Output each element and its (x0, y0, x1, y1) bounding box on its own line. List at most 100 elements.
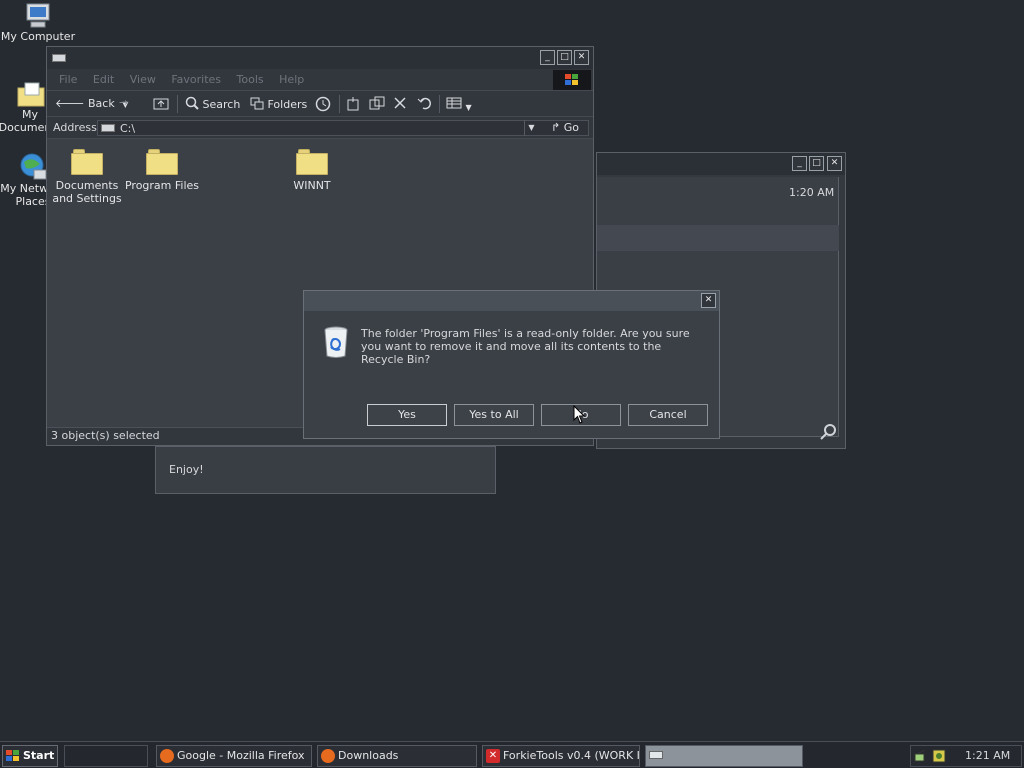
folder-icon (296, 147, 328, 175)
enjoy-text: Enjoy! (169, 463, 204, 476)
address-input[interactable]: C:\ ▼ (97, 120, 589, 136)
address-bar: Address C:\ ▼ ↱ Go (47, 117, 593, 139)
search-icon[interactable] (819, 423, 837, 441)
minimize-button[interactable]: _ (540, 50, 555, 65)
network-tray-icon[interactable] (914, 749, 928, 763)
confirm-delete-dialog[interactable]: ✕ The folder 'Program Files' is a read-o… (303, 290, 720, 439)
copy-to-icon (369, 96, 385, 110)
go-label: Go (563, 121, 579, 134)
desktop-icon-my-computer[interactable]: My Computer (0, 2, 78, 43)
address-value: C:\ (120, 122, 136, 135)
maximize-button[interactable]: □ (809, 156, 824, 171)
recycle-bin-icon (324, 326, 348, 358)
task-label: Downloads (338, 749, 399, 762)
move-to-icon (347, 97, 359, 111)
drive-icon (649, 751, 663, 759)
yes-button[interactable]: Yes (367, 404, 447, 426)
windows-logo (553, 70, 591, 90)
folder-item[interactable]: WINNT (272, 147, 352, 192)
menu-help[interactable]: Help (279, 69, 304, 91)
task-label: ForkieTools v0.4 (WORK I... (503, 749, 640, 762)
close-button[interactable]: ✕ (701, 293, 716, 308)
windows-flag-icon (6, 750, 19, 761)
views-grid-icon (446, 97, 462, 109)
history-icon (315, 96, 331, 112)
folder-icon (146, 147, 178, 175)
close-button[interactable]: ✕ (574, 50, 589, 65)
search-button[interactable]: Search (185, 96, 240, 111)
drive-icon (101, 124, 115, 132)
task-firefox-google[interactable]: Google - Mozilla Firefox (156, 745, 312, 767)
menu-edit[interactable]: Edit (93, 69, 114, 91)
highlight-row (597, 225, 839, 251)
system-tray: 1:21 AM (910, 745, 1022, 767)
enjoy-panel: Enjoy! (155, 446, 496, 494)
toolbar: 🡐 Back ▼ → Search Folders ▼ (47, 91, 593, 117)
address-label: Address (53, 121, 97, 134)
folders-button[interactable]: Folders (250, 96, 307, 111)
yes-to-all-button[interactable]: Yes to All (454, 404, 534, 426)
mouse-pointer-icon (573, 405, 586, 424)
move-to-button[interactable] (345, 96, 361, 115)
title-bar[interactable]: _ □ ✕ (47, 47, 593, 69)
back-button[interactable]: 🡐 Back ▼ (55, 96, 128, 110)
back-arrow-icon: 🡐 (55, 97, 85, 110)
undo-icon (417, 97, 432, 110)
forward-button[interactable]: → (119, 96, 128, 109)
drive-icon (52, 54, 66, 62)
clock[interactable]: 1:21 AM (965, 749, 1010, 762)
views-button[interactable]: ▼ (446, 96, 472, 113)
computer-icon (26, 3, 50, 28)
up-folder-icon (153, 98, 169, 110)
forward-arrow-icon: → (119, 96, 129, 109)
minimize-button[interactable]: _ (792, 156, 807, 171)
taskbar: Start Google - Mozilla Firefox Downloads… (0, 741, 1024, 768)
volume-tray-icon[interactable] (932, 749, 946, 763)
desktop-icon-label: My Computer (0, 30, 76, 43)
go-arrow-icon: ↱ (551, 121, 561, 134)
delete-icon (394, 97, 406, 109)
time-label: 1:20 AM (789, 186, 835, 199)
menu-favorites[interactable]: Favorites (171, 69, 221, 91)
go-button[interactable]: ↱ Go (551, 121, 579, 134)
task-forkietools[interactable]: ✕ ForkieTools v0.4 (WORK I... (482, 745, 640, 767)
firefox-icon (160, 749, 174, 763)
error-icon: ✕ (486, 749, 500, 763)
menu-tools[interactable]: Tools (237, 69, 264, 91)
dialog-message: The folder 'Program Files' is a read-onl… (361, 327, 690, 366)
close-button[interactable]: ✕ (827, 156, 842, 171)
quick-launch (64, 745, 148, 767)
task-label: Google - Mozilla Firefox (177, 749, 305, 762)
undo-button[interactable] (417, 96, 433, 113)
folders-label: Folders (267, 98, 308, 111)
back-label: Back (88, 97, 115, 110)
folders-icon (250, 97, 264, 110)
task-downloads[interactable]: Downloads (317, 745, 477, 767)
up-folder-button[interactable] (153, 96, 169, 113)
copy-to-button[interactable] (369, 96, 385, 115)
folder-name: Program Files (124, 179, 200, 192)
cancel-button[interactable]: Cancel (628, 404, 708, 426)
history-button[interactable] (315, 96, 331, 115)
firefox-icon (321, 749, 335, 763)
folder-item[interactable]: Program Files (122, 147, 202, 192)
chevron-down-icon: ▼ (465, 103, 472, 112)
windows-flag-icon (565, 74, 578, 85)
folder-icon (71, 147, 103, 175)
dialog-title-bar[interactable]: ✕ (304, 291, 719, 311)
maximize-button[interactable]: □ (557, 50, 572, 65)
menu-view[interactable]: View (130, 69, 156, 91)
task-explorer-active[interactable] (645, 745, 803, 767)
start-button[interactable]: Start (2, 745, 58, 767)
chevron-down-icon[interactable]: ▼ (524, 120, 538, 136)
menu-file[interactable]: File (59, 69, 77, 91)
documents-folder-icon (17, 82, 45, 107)
menu-bar: File Edit View Favorites Tools Help (47, 69, 593, 91)
title-bar[interactable]: _ □ ✕ (597, 153, 845, 175)
folder-name: WINNT (293, 179, 331, 192)
status-text: 3 object(s) selected (51, 429, 160, 442)
delete-button[interactable] (393, 96, 407, 113)
folder-name: Documents and Settings (52, 179, 122, 205)
network-icon (20, 153, 47, 180)
folder-item[interactable]: Documents and Settings (47, 147, 127, 205)
